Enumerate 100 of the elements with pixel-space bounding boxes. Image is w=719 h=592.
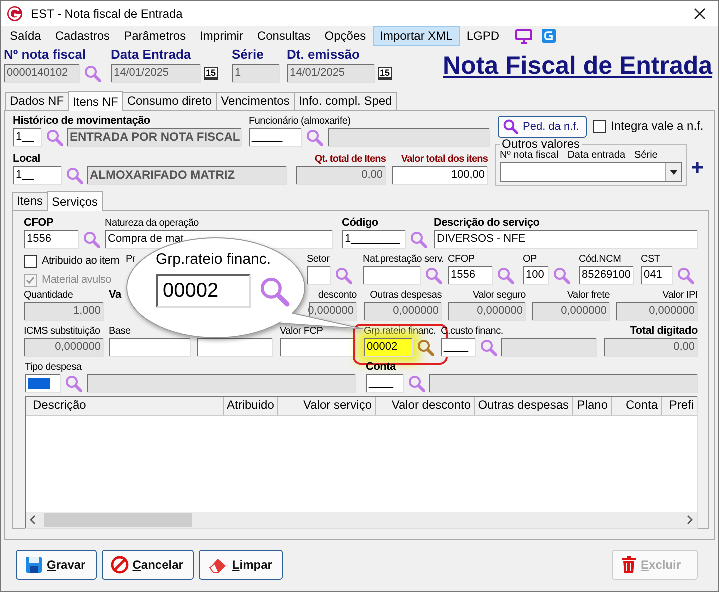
- tab[interactable]: Dados NF: [5, 92, 70, 110]
- search-icon[interactable]: [417, 338, 435, 356]
- input-field[interactable]: 0,000000: [24, 338, 104, 357]
- search-icon[interactable]: [84, 64, 102, 82]
- tab[interactable]: Itens: [12, 192, 48, 210]
- checkbox[interactable]: Atribuido ao item: [24, 254, 120, 269]
- input-field[interactable]: [328, 128, 490, 147]
- input-field[interactable]: 0000140102: [4, 64, 80, 83]
- search-icon[interactable]: [425, 266, 443, 284]
- input-field[interactable]: 1556: [448, 266, 493, 285]
- tab[interactable]: Serviços: [47, 191, 104, 211]
- menu-item[interactable]: Consultas: [250, 26, 318, 46]
- input-field[interactable]: 1: [232, 64, 280, 83]
- search-icon[interactable]: [480, 338, 498, 356]
- monitor-icon[interactable]: [514, 28, 533, 44]
- input-field[interactable]: 0,000000: [532, 302, 610, 321]
- input-field[interactable]: [429, 374, 698, 393]
- dropdown-field[interactable]: [500, 162, 682, 182]
- checkbox[interactable]: Integra vale a n.f.: [593, 119, 704, 134]
- input-field[interactable]: [25, 374, 61, 393]
- input-field[interactable]: 1________: [342, 230, 406, 249]
- input-field[interactable]: 14/01/2025: [287, 64, 375, 83]
- field-label: Grp.rateio financ.: [364, 325, 436, 338]
- close-icon[interactable]: [694, 8, 706, 20]
- menu-item[interactable]: Importar XML: [373, 26, 460, 46]
- column-header[interactable]: Outras despesas: [475, 397, 573, 415]
- search-icon[interactable]: [497, 266, 515, 284]
- menu-item[interactable]: Cadastros: [48, 26, 118, 46]
- input-field[interactable]: _____: [249, 128, 302, 147]
- plus-icon[interactable]: [692, 162, 703, 172]
- field-label: Nº nota fiscal: [4, 47, 88, 62]
- input-field[interactable]: 1__: [13, 166, 62, 185]
- search-icon[interactable]: [65, 374, 83, 392]
- column-header[interactable]: Plano: [573, 397, 612, 415]
- column-header[interactable]: Prefi: [662, 397, 697, 415]
- callout-label: Grp.rateio financ.: [156, 251, 272, 268]
- input-field[interactable]: ENTRADA POR NOTA FISCAL: [67, 128, 242, 147]
- column-header[interactable]: Atribuido: [224, 397, 278, 415]
- save-button[interactable]: Gravar: [16, 550, 97, 580]
- input-field[interactable]: 100: [523, 266, 549, 285]
- menu-item[interactable]: Saída: [3, 26, 48, 46]
- input-field[interactable]: ____: [366, 374, 404, 393]
- input-field[interactable]: 1,000: [24, 302, 104, 321]
- search-icon[interactable]: [553, 266, 571, 284]
- column-header[interactable]: Conta: [612, 397, 662, 415]
- app-badge-icon[interactable]: [540, 28, 557, 44]
- input-field[interactable]: [363, 266, 421, 285]
- input-field[interactable]: [87, 374, 356, 393]
- search-icon[interactable]: [46, 128, 64, 146]
- input-field[interactable]: 100,00: [392, 166, 488, 185]
- input-field[interactable]: [109, 338, 191, 357]
- field-label: Natureza da operação: [105, 217, 199, 230]
- window-title: EST - Nota fiscal de Entrada: [31, 6, 183, 20]
- input-field[interactable]: 0,00: [604, 338, 698, 357]
- input-field[interactable]: 85269100: [579, 266, 634, 285]
- field-label: Tipo despesa: [25, 361, 82, 374]
- input-field[interactable]: ALMOXARIFADO MATRIZ: [87, 166, 287, 185]
- input-field[interactable]: 00002: [364, 338, 413, 357]
- input-field[interactable]: 1556: [24, 230, 79, 249]
- input-field[interactable]: 14/01/2025: [111, 64, 201, 83]
- calendar-button[interactable]: 15: [204, 67, 218, 80]
- input-field[interactable]: 0,000000: [364, 302, 442, 321]
- field-label: Local: [13, 153, 40, 166]
- column-header[interactable]: Valor serviço: [278, 397, 376, 415]
- search-icon: [503, 118, 519, 134]
- clear-button[interactable]: Limpar: [199, 550, 284, 580]
- search-icon[interactable]: [410, 230, 428, 248]
- search-icon[interactable]: [83, 230, 101, 248]
- search-icon[interactable]: [335, 266, 353, 284]
- column-label: Série: [634, 150, 658, 161]
- tab[interactable]: Info. compl. Sped: [294, 92, 398, 110]
- column-label: Data entrada: [568, 150, 626, 161]
- menu-item[interactable]: Imprimir: [193, 26, 250, 46]
- search-icon[interactable]: [306, 128, 324, 146]
- menu-item[interactable]: LGPD: [460, 26, 507, 46]
- tab[interactable]: Itens NF: [68, 91, 124, 111]
- input-field[interactable]: 0,00: [296, 166, 386, 185]
- cancel-button[interactable]: Cancelar: [102, 550, 194, 580]
- search-icon[interactable]: [677, 266, 695, 284]
- input-field[interactable]: ____: [441, 338, 476, 357]
- menu-item[interactable]: Parâmetros: [117, 26, 194, 46]
- horizontal-scrollbar[interactable]: [26, 512, 697, 528]
- input-field[interactable]: [501, 338, 597, 357]
- input-field[interactable]: [307, 266, 331, 285]
- input-field[interactable]: [197, 338, 273, 357]
- calendar-button[interactable]: 15: [378, 67, 392, 80]
- field-label: Valor FCP: [280, 325, 324, 338]
- input-field[interactable]: DIVERSOS - NFE: [434, 230, 698, 249]
- input-field[interactable]: [280, 338, 356, 357]
- column-header[interactable]: Valor desconto: [376, 397, 475, 415]
- dropdown-arrow-icon[interactable]: [670, 170, 678, 174]
- search-icon[interactable]: [408, 374, 426, 392]
- input-field[interactable]: 041: [641, 266, 673, 285]
- column-header[interactable]: Descrição: [26, 397, 224, 415]
- input-field[interactable]: 0,000000: [448, 302, 526, 321]
- order-button[interactable]: Ped. da n.f.: [498, 116, 587, 138]
- input-field[interactable]: 0,000000: [616, 302, 698, 321]
- input-field[interactable]: 1__: [13, 128, 42, 147]
- search-icon[interactable]: [66, 166, 84, 184]
- menu-item[interactable]: Opções: [318, 26, 374, 46]
